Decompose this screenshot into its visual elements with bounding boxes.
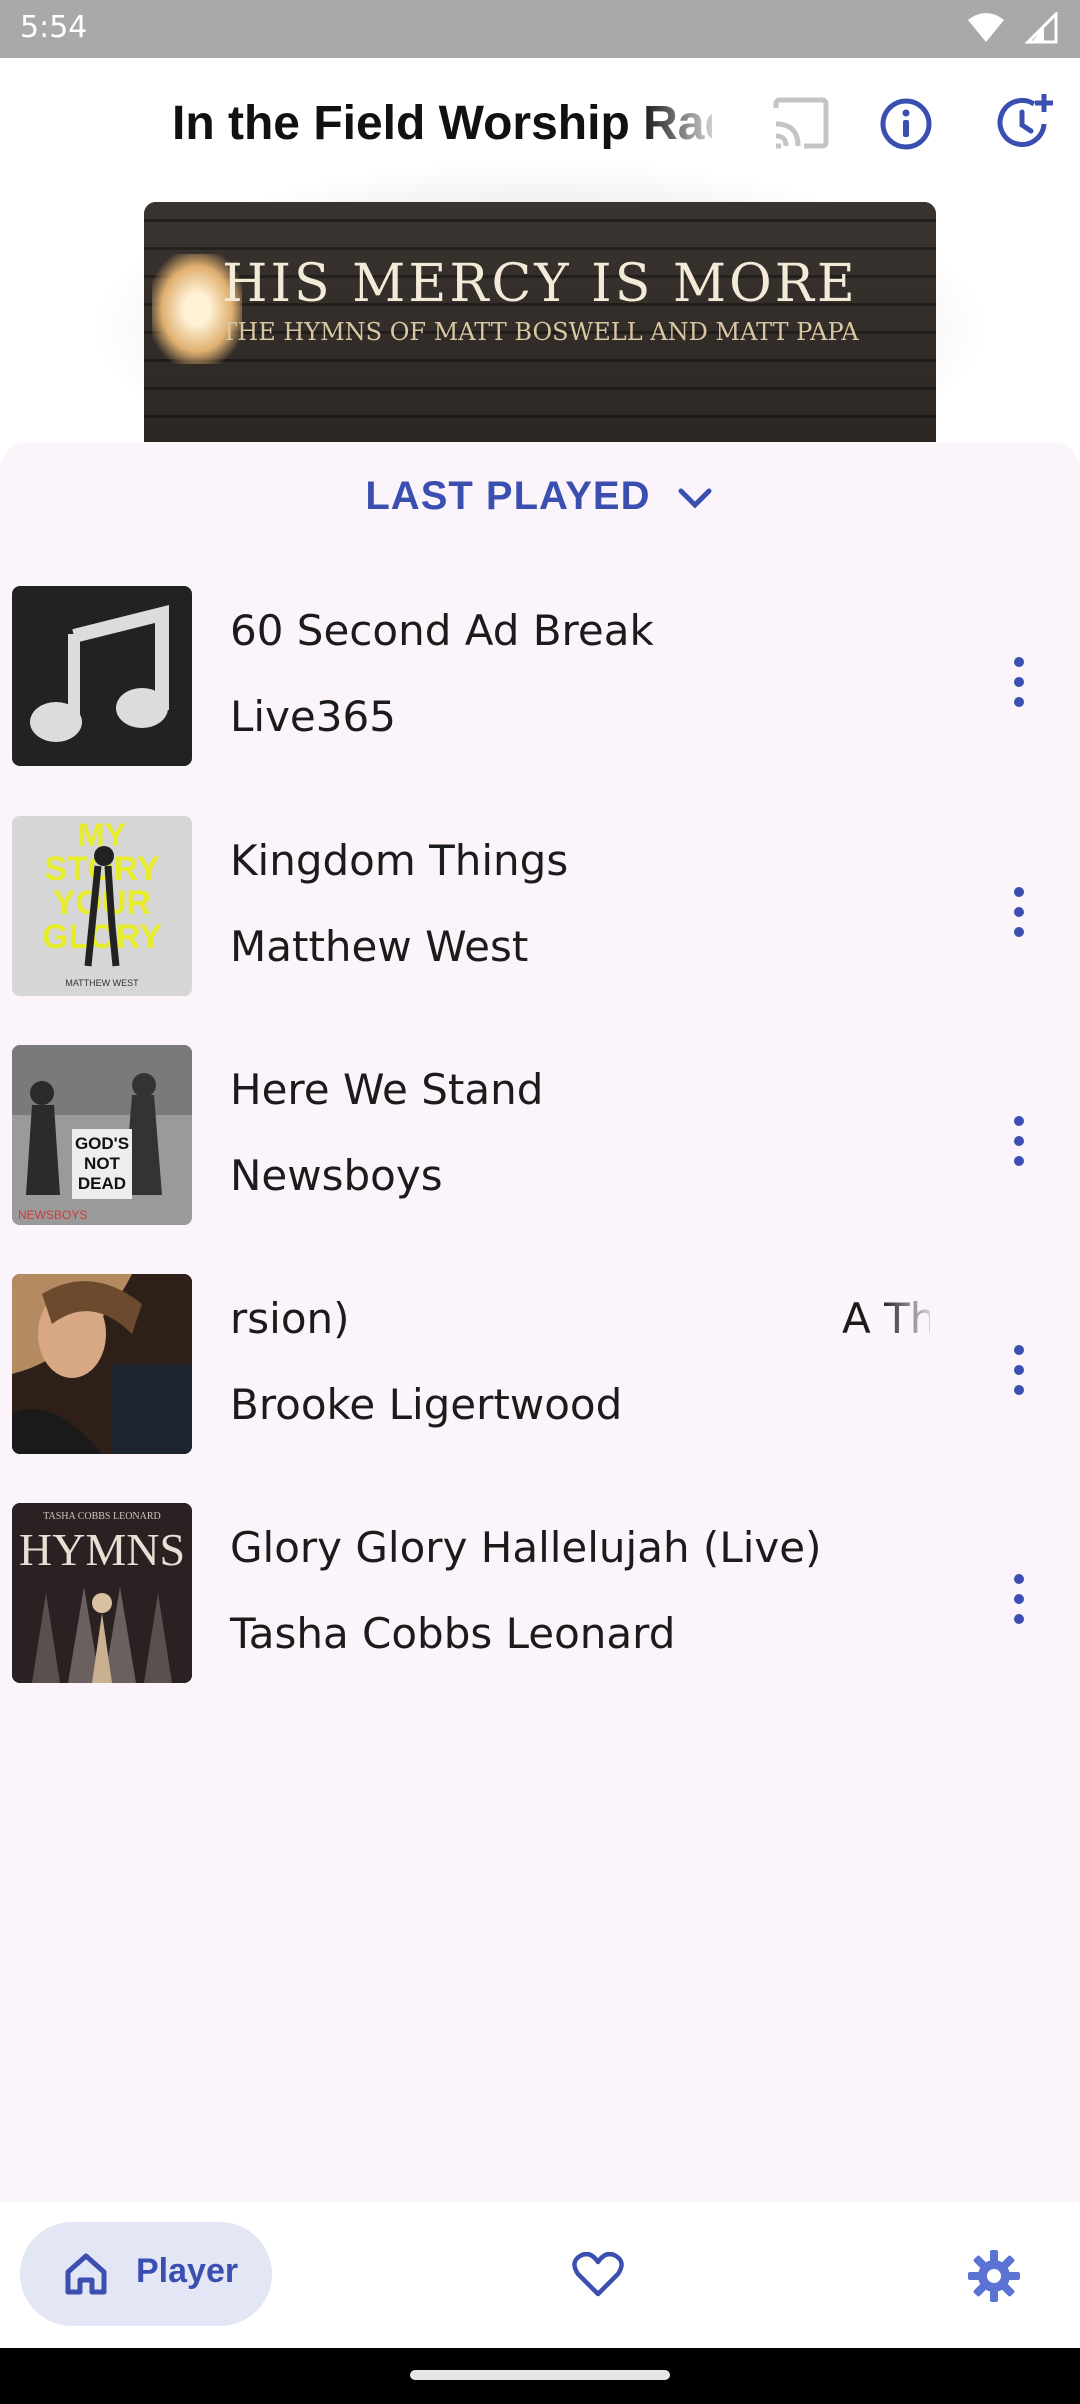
track-thumbnail (12, 1274, 192, 1454)
track-artist: Tasha Cobbs Leonard (230, 1609, 676, 1658)
cover-text: GOD'S (75, 1134, 129, 1153)
home-icon (65, 2253, 107, 2295)
more-options-icon[interactable] (1004, 654, 1034, 710)
chevron-down-icon (678, 488, 712, 509)
track-title-visible: rsion) (230, 1294, 350, 1343)
bottom-navigation: Player (0, 2202, 1080, 2348)
album-artwork-subtitle: THE HYMNS OF MATT BOSWELL AND MATT PAPA (221, 318, 859, 346)
track-row[interactable]: MY STORY YOUR GLORY MATTHEW WEST Kingdom… (0, 816, 1080, 1006)
cover-text: DEAD (78, 1174, 126, 1193)
track-row[interactable]: rsion) A Th Brooke Ligertwood (0, 1274, 1080, 1464)
track-title: 60 Second Ad Break (230, 606, 654, 655)
track-thumbnail (12, 586, 192, 766)
track-thumbnail: TASHA COBBS LEONARD HYMNS (12, 1503, 192, 1683)
player-area: In the Field Worship Radio HIS MERCY IS … (0, 58, 1080, 502)
last-played-sheet: LAST PLAYED 60 Second Ad Break Live365 M… (0, 442, 1080, 2202)
cover-text: GLORY (42, 918, 162, 956)
album-cover-my-story-your-glory: MY STORY YOUR GLORY MATTHEW WEST (12, 816, 192, 996)
station-title: In the Field Worship Radio (172, 97, 712, 150)
more-options-icon[interactable] (1004, 1571, 1034, 1627)
more-options-icon[interactable] (1004, 1342, 1034, 1398)
music-note-icon (30, 605, 169, 742)
marquee-fade (880, 1294, 930, 1343)
status-bar: 5:54 (0, 0, 1080, 58)
cover-text: HYMNS (19, 1524, 185, 1575)
track-thumbnail: MY STORY YOUR GLORY MATTHEW WEST (12, 816, 192, 996)
track-thumbnail: GOD'S NOT DEAD NEWSBOYS (12, 1045, 192, 1225)
track-title: Glory Glory Hallelujah (Live) (230, 1523, 822, 1572)
cover-text: NEWSBOYS (18, 1208, 87, 1222)
status-icons (958, 10, 1058, 52)
track-title: Here We Stand (230, 1065, 544, 1114)
wifi-icon (968, 13, 1005, 42)
track-row[interactable]: GOD'S NOT DEAD NEWSBOYS Here We Stand Ne… (0, 1045, 1080, 1235)
cover-text: TASHA COBBS LEONARD (43, 1511, 161, 1522)
track-artist: Newsboys (230, 1151, 443, 1200)
track-title: rsion) A Th (230, 1294, 930, 1343)
track-row[interactable]: TASHA COBBS LEONARD HYMNS Glory Glory Ha… (0, 1503, 1080, 1693)
last-played-label: LAST PLAYED (365, 474, 651, 518)
home-gesture-pill[interactable] (410, 2370, 670, 2380)
album-cover-brooke-ligertwood (12, 1274, 192, 1454)
cover-text: MATTHEW WEST (65, 978, 139, 988)
track-artist: Brooke Ligertwood (230, 1380, 623, 1429)
album-artwork-title: HIS MERCY IS MORE (222, 254, 858, 314)
nav-player-label: Player (136, 2252, 239, 2290)
cell-signal-icon (1024, 10, 1058, 44)
track-artist: Matthew West (230, 922, 529, 971)
system-gesture-bar (0, 2348, 1080, 2404)
nav-player-tab[interactable]: Player (20, 2222, 272, 2326)
last-played-header[interactable]: LAST PLAYED (0, 474, 1080, 519)
info-icon[interactable] (878, 96, 934, 152)
album-cover-hymns: TASHA COBBS LEONARD HYMNS (12, 1503, 192, 1683)
status-time: 5:54 (20, 10, 88, 45)
sleep-timer-add-icon[interactable] (994, 92, 1058, 152)
cover-text: YOUR (53, 884, 151, 922)
favorites-heart-icon[interactable] (572, 2252, 624, 2298)
cast-icon[interactable] (770, 96, 832, 150)
more-options-icon[interactable] (1004, 1113, 1034, 1169)
track-title: Kingdom Things (230, 836, 569, 885)
album-cover-gods-not-dead: GOD'S NOT DEAD NEWSBOYS (12, 1045, 192, 1225)
more-options-icon[interactable] (1004, 884, 1034, 940)
title-fade (640, 94, 730, 164)
track-row[interactable]: 60 Second Ad Break Live365 (0, 586, 1080, 776)
cover-text: NOT (84, 1154, 121, 1173)
track-artist: Live365 (230, 692, 396, 741)
settings-gear-icon[interactable] (968, 2250, 1020, 2302)
